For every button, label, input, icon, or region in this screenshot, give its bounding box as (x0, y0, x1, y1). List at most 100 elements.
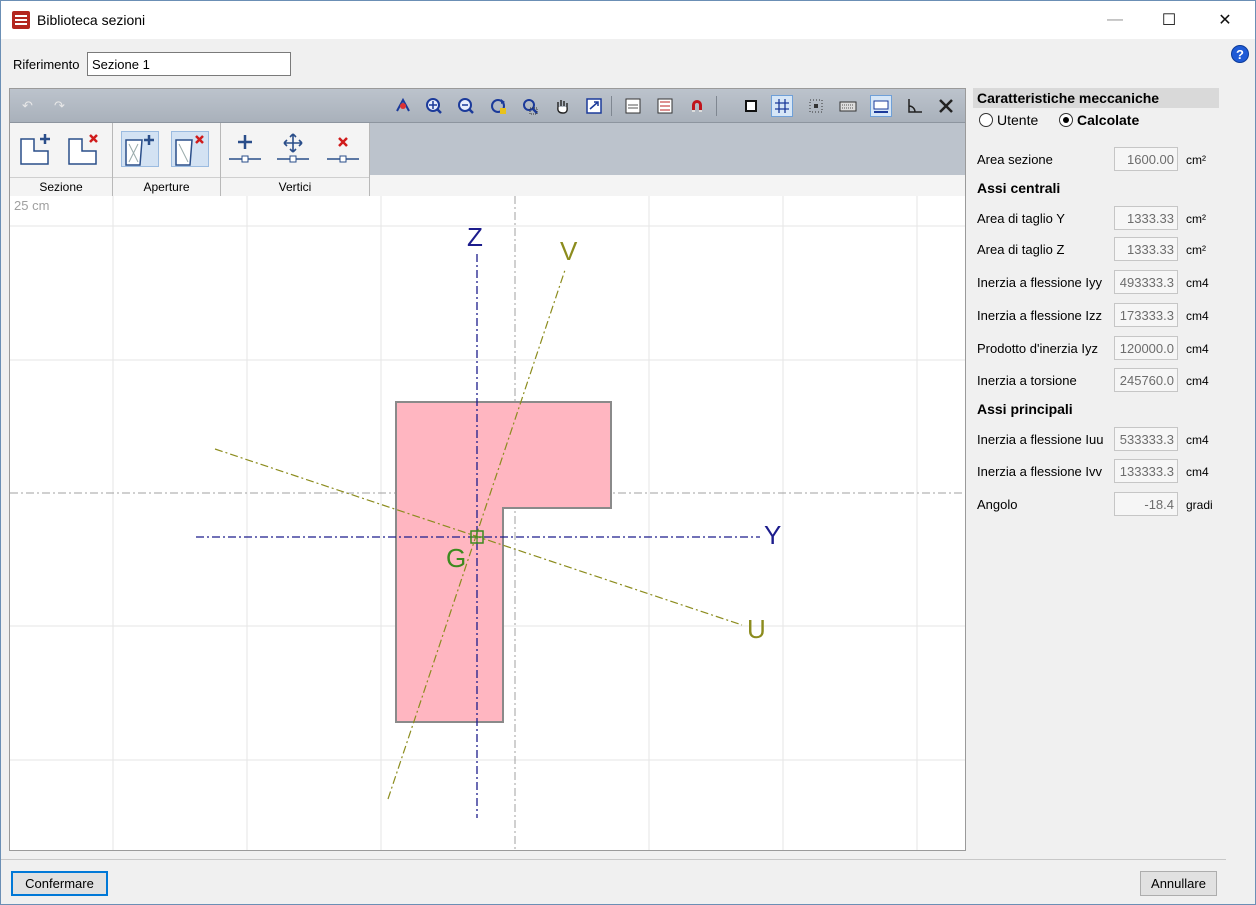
delete-opening-icon (175, 135, 204, 166)
title-bar: Biblioteca sezioni — ☐ ✕ (1, 1, 1255, 39)
property-unit: cm4 (1186, 433, 1209, 447)
new-section-button[interactable] (18, 131, 56, 167)
maximize-button[interactable]: ☐ (1146, 1, 1192, 39)
property-value: 1333.33 (1114, 206, 1178, 230)
property-row: Inerzia a flessione Iyy 493333.3 cm4 (977, 270, 1221, 294)
editor-toolbar: ↶ ↷ (10, 89, 965, 123)
toolbar-separator (716, 96, 717, 116)
app-icon (12, 11, 30, 29)
section-editor: ↶ ↷ Sezione Aperture Vertici 25 cm Z Y V… (9, 88, 966, 851)
redo-icon[interactable]: ↷ (54, 98, 65, 114)
pan-hand-icon[interactable] (551, 95, 573, 117)
radio-calculated[interactable]: Calcolate (1059, 112, 1139, 128)
property-label: Area sezione (977, 152, 1053, 167)
delete-vertex-icon (327, 137, 359, 163)
property-unit: cm² (1186, 212, 1206, 226)
property-row: Inerzia a flessione Izz 173333.3 cm4 (977, 303, 1221, 327)
full-view-icon[interactable] (583, 95, 605, 117)
ribbon-group-label: Vertici (221, 177, 369, 194)
import-dwg-icon[interactable] (654, 95, 676, 117)
property-row: Area di taglio Y 1333.33 cm² (977, 206, 1221, 230)
property-value: 120000.0 (1114, 336, 1178, 360)
property-row: Inerzia a flessione Iuu 533333.3 cm4 (977, 427, 1221, 451)
radio-calc-label: Calcolate (1077, 112, 1140, 128)
property-value: 173333.3 (1114, 303, 1178, 327)
property-value: -18.4 (1114, 492, 1178, 516)
add-opening-icon (125, 135, 154, 166)
zoom-extents-icon[interactable] (423, 95, 445, 117)
property-value: 1333.33 (1114, 237, 1178, 261)
ribbon-group-label: Sezione (10, 177, 112, 194)
radio-user[interactable]: Utente (979, 112, 1038, 128)
new-section-icon (20, 134, 50, 165)
property-label: Inerzia a flessione Iuu (977, 432, 1104, 447)
central-axes-title: Assi centrali (977, 180, 1061, 196)
zoom-window-icon[interactable] (519, 95, 541, 117)
toolbar-separator (611, 96, 612, 116)
delete-opening-button[interactable] (171, 131, 209, 167)
property-value: 1600.00 (1114, 147, 1178, 171)
property-row-area: Area sezione 1600.00 cm² (977, 147, 1221, 171)
property-value: 245760.0 (1114, 368, 1178, 392)
radio-circle-selected (1059, 113, 1073, 127)
ribbon-group-aperture: Aperture (113, 123, 221, 196)
snap-magnet-icon[interactable] (686, 95, 708, 117)
property-row: Inerzia a flessione Ivv 133333.3 cm4 (977, 459, 1221, 483)
property-label: Inerzia a flessione Ivv (977, 464, 1103, 479)
close-button[interactable]: ✕ (1202, 1, 1248, 39)
property-value: 133333.3 (1114, 459, 1178, 483)
property-label: Inerzia a flessione Iyy (977, 275, 1103, 290)
undo-icon[interactable]: ↶ (22, 98, 33, 114)
grid-icon[interactable] (771, 95, 793, 117)
property-label: Inerzia a torsione (977, 373, 1077, 388)
add-opening-button[interactable] (121, 131, 159, 167)
add-vertex-button[interactable] (227, 131, 265, 167)
import-dxf-icon[interactable] (622, 95, 644, 117)
property-unit: cm² (1186, 243, 1206, 257)
ribbon-empty-area (370, 123, 965, 175)
contour-icon[interactable] (740, 95, 762, 117)
property-value: 533333.3 (1114, 427, 1178, 451)
zoom-previous-icon[interactable] (392, 95, 414, 117)
minimize-button[interactable]: — (1092, 1, 1138, 39)
ribbon-group-vertici: Vertici (221, 123, 370, 196)
window-title: Biblioteca sezioni (37, 12, 146, 28)
drawing-canvas[interactable]: 25 cm Z Y V U G (10, 196, 965, 850)
centroid-label: G (446, 543, 467, 573)
delete-section-button[interactable] (66, 131, 104, 167)
axis-z-label: Z (467, 222, 483, 252)
property-unit: cm4 (1186, 309, 1209, 323)
tools-icon[interactable] (935, 95, 957, 117)
property-label: Angolo (977, 497, 1018, 512)
regenerate-icon[interactable] (487, 95, 509, 117)
property-label: Area di taglio Y (977, 211, 1065, 226)
ribbon-group-label: Aperture (113, 177, 220, 194)
property-label: Prodotto d'inerzia Iyz (977, 341, 1098, 356)
keyboard-icon[interactable] (837, 95, 859, 117)
confirm-button[interactable]: Confermare (11, 871, 108, 896)
window: Biblioteca sezioni — ☐ ✕ ? Riferimento ↶… (0, 0, 1256, 905)
ribbon-group-sezione: Sezione (10, 123, 113, 196)
drawing-svg (10, 196, 965, 850)
delete-vertex-button[interactable] (325, 131, 363, 167)
angle-icon[interactable] (904, 95, 926, 117)
radio-user-label: Utente (997, 112, 1039, 128)
property-unit: cm² (1186, 153, 1206, 167)
reference-input[interactable] (87, 52, 291, 76)
property-unit: cm4 (1186, 276, 1209, 290)
radio-circle (979, 113, 993, 127)
property-unit: gradi (1186, 498, 1213, 512)
move-vertex-button[interactable] (275, 131, 313, 167)
axis-y-label: Y (764, 520, 782, 550)
scale-icon[interactable] (870, 95, 892, 117)
property-label: Inerzia a flessione Izz (977, 308, 1103, 323)
property-row: Inerzia a torsione 245760.0 cm4 (977, 368, 1221, 392)
section-shape[interactable] (395, 401, 612, 723)
zoom-x2-icon[interactable] (455, 95, 477, 117)
help-icon[interactable]: ? (1231, 45, 1249, 63)
property-row: Prodotto d'inerzia Iyz 120000.0 cm4 (977, 336, 1221, 360)
panel-title: Caratteristiche meccaniche (973, 88, 1219, 108)
move-vertex-icon (277, 133, 309, 163)
cancel-button[interactable]: Annullare (1140, 871, 1217, 896)
snap-grid-icon[interactable] (805, 95, 827, 117)
